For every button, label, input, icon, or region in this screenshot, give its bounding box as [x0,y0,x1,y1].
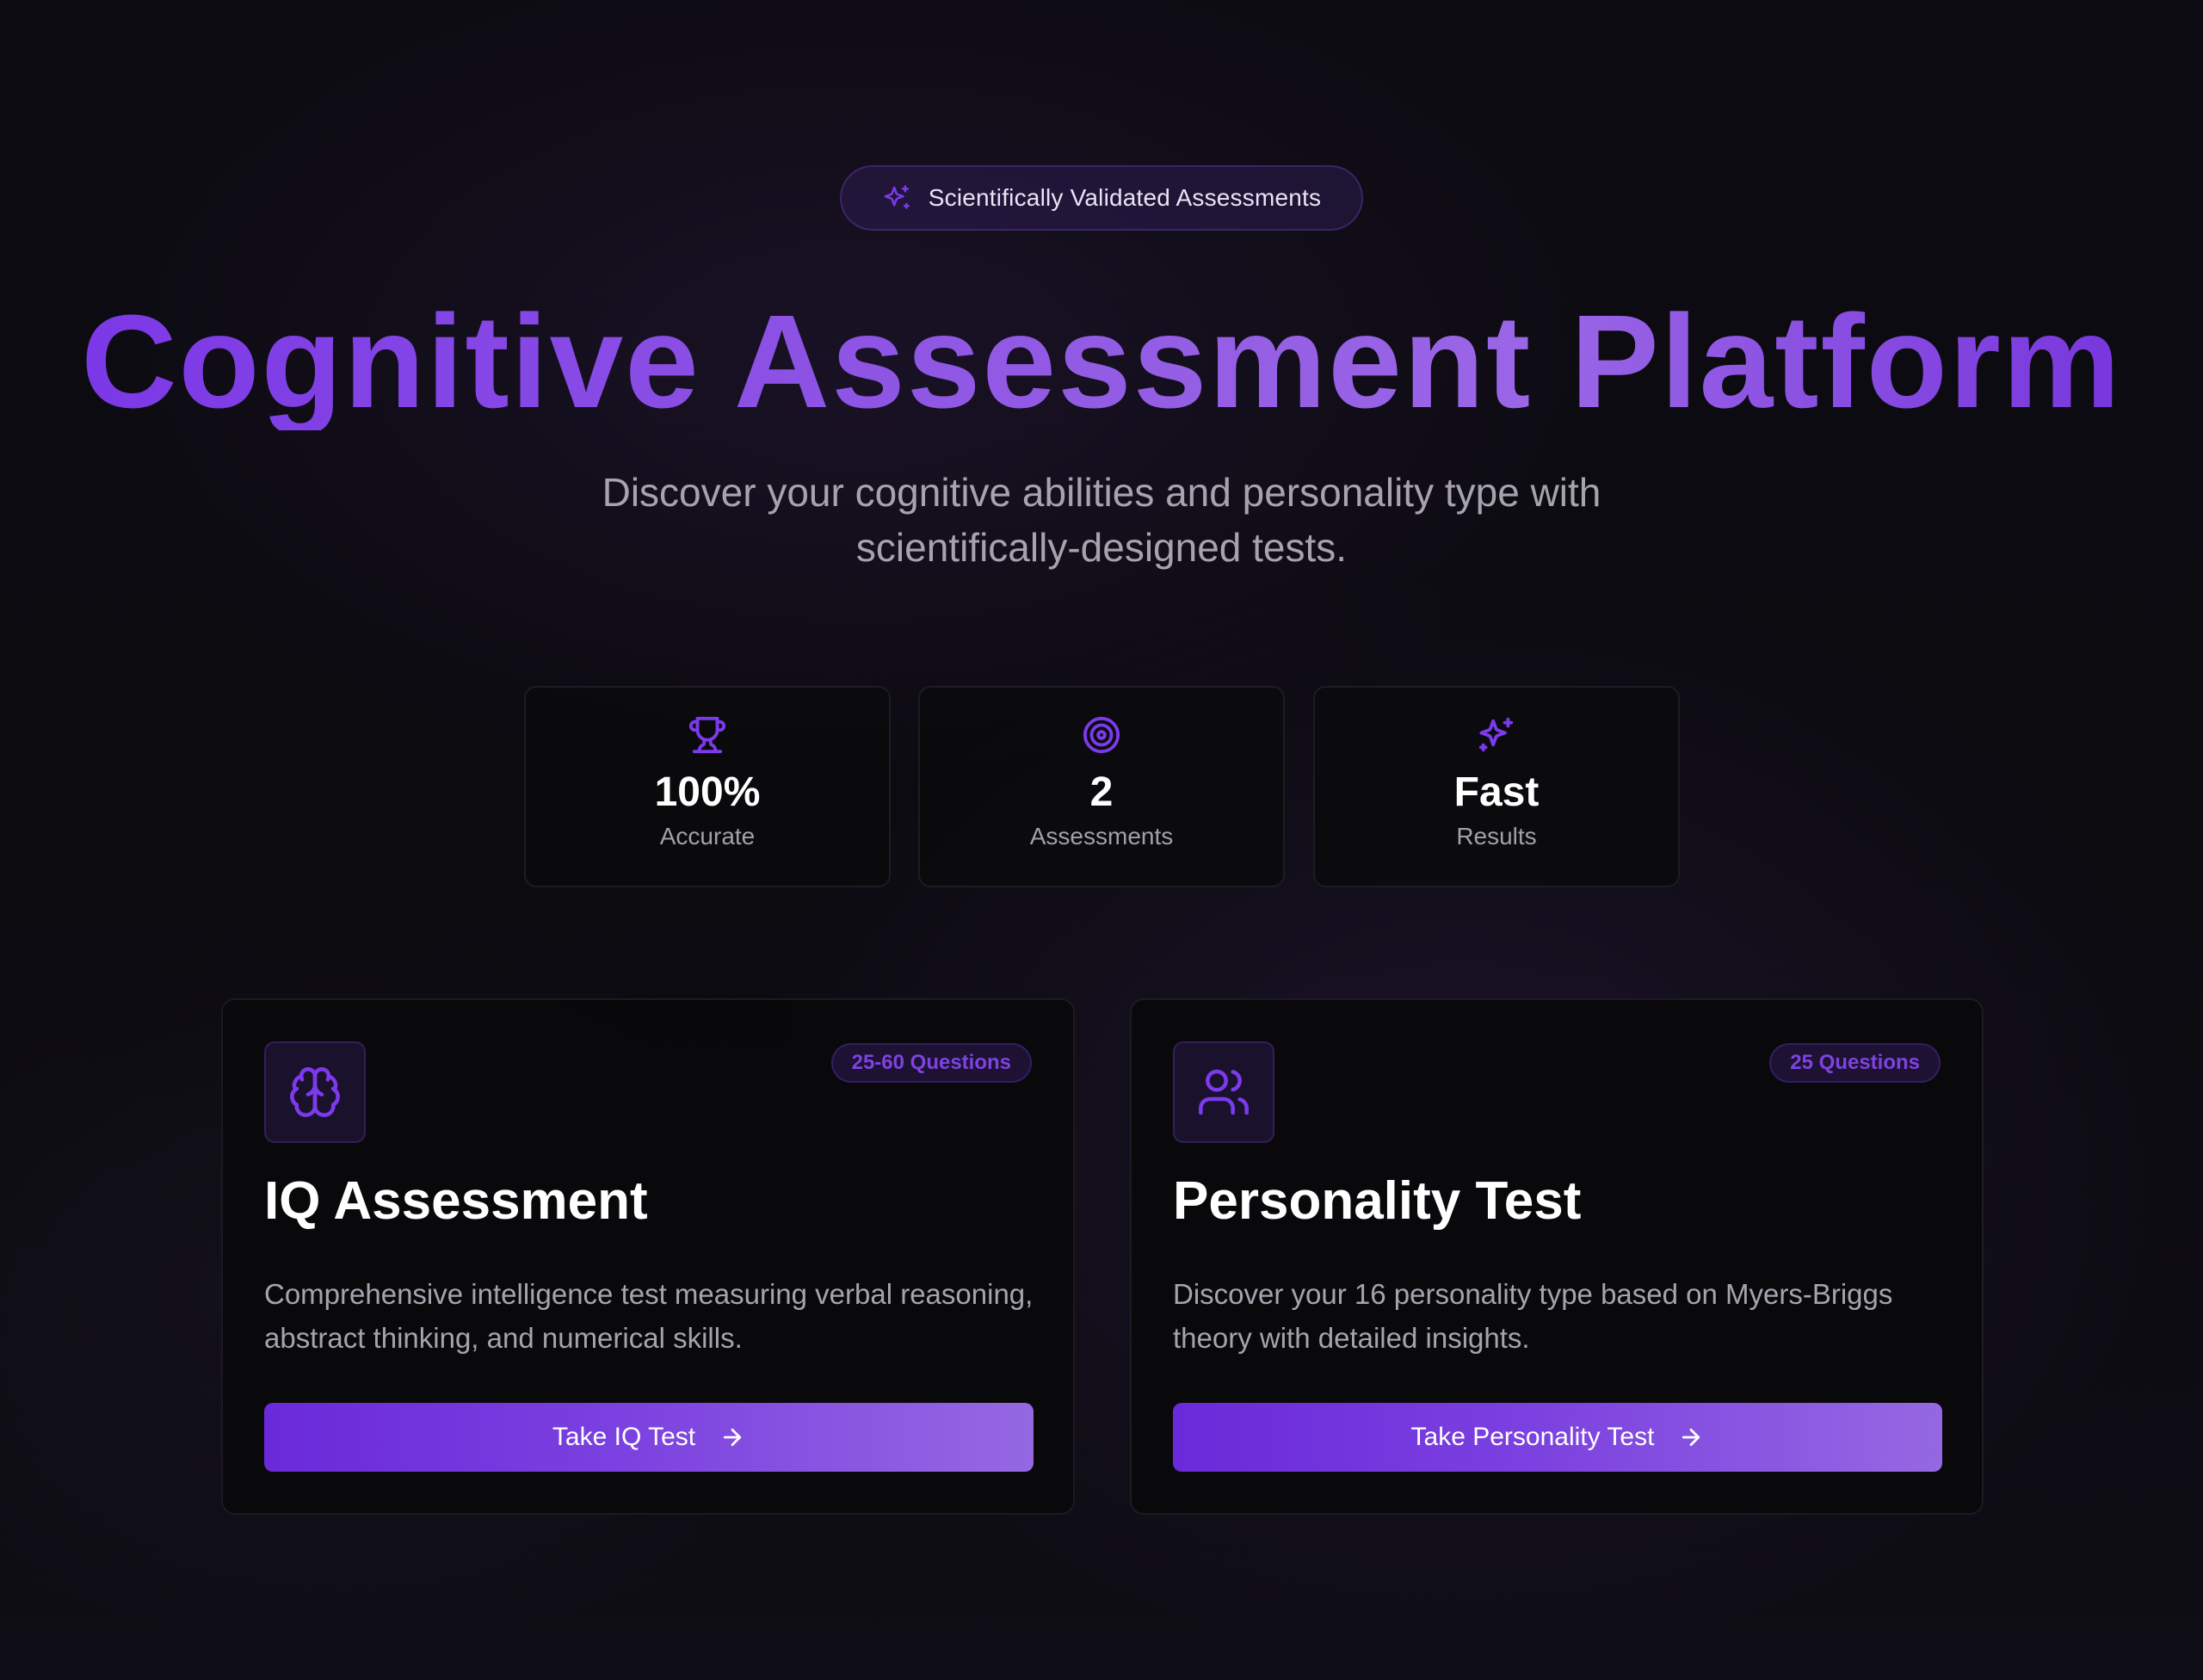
sparkles-icon [882,183,911,213]
arrow-right-icon [719,1424,745,1450]
stat-value: 2 [1089,769,1114,815]
question-count-badge: 25-60 Questions [830,1043,1032,1083]
sparkles-icon [1477,715,1516,755]
subtitle-line-1: Discover your cognitive abilities and pe… [602,470,1601,515]
stat-value: Fast [1453,769,1540,815]
button-label: Take IQ Test [552,1423,696,1451]
card-title: IQ Assessment [264,1171,648,1231]
subtitle-line-2: scientifically-designed tests. [855,525,1348,570]
page-subtitle: Discover your cognitive abilities and pe… [516,465,1687,575]
iq-assessment-card: 25-60 Questions IQ Assessment Comprehens… [221,998,1075,1515]
brain-icon [287,1065,342,1120]
take-iq-test-button[interactable]: Take IQ Test [264,1403,1034,1472]
badge-text: Scientifically Validated Assessments [928,184,1322,211]
users-icon [1196,1065,1251,1120]
stat-card-assessments: 2 Assessments [918,686,1285,887]
question-count-badge: 25 Questions [1769,1043,1941,1083]
arrow-right-icon [1678,1424,1704,1450]
validated-badge: Scientifically Validated Assessments [840,165,1363,231]
landing-page: Scientifically Validated Assessments Cog… [0,0,2203,1680]
stat-label: Results [1456,823,1537,849]
stat-value: 100% [654,769,761,815]
card-description: Comprehensive intelligence test measurin… [264,1278,1034,1354]
stat-card-results: Fast Results [1313,686,1680,887]
personality-test-card: 25 Questions Personality Test Discover y… [1130,998,1984,1515]
card-description: Discover your 16 personality type based … [1173,1278,1893,1354]
card-icon-box [264,1041,366,1143]
stat-label: Accurate [659,823,756,849]
take-personality-test-button[interactable]: Take Personality Test [1173,1403,1942,1472]
button-label: Take Personality Test [1410,1423,1655,1451]
trophy-icon [688,715,727,755]
stat-card-accuracy: 100% Accurate [524,686,891,887]
stat-label: Assessments [1029,823,1174,849]
card-title: Personality Test [1173,1171,1582,1231]
target-icon [1082,715,1121,755]
page-title: Cognitive Assessment Platform [0,293,2203,430]
card-icon-box [1173,1041,1274,1143]
